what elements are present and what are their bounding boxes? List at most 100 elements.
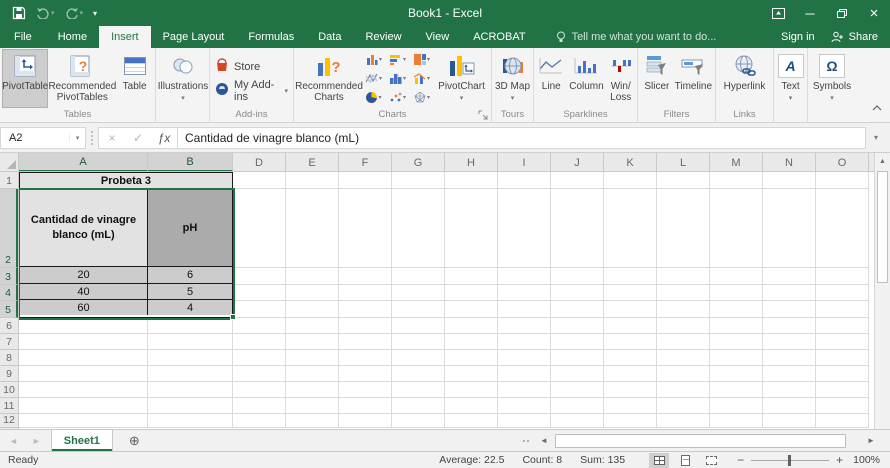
tab-acrobat[interactable]: ACROBAT: [461, 26, 537, 48]
grid-cell-I10[interactable]: [498, 382, 551, 398]
threed-map-button[interactable]: 3D Map ▾: [494, 49, 531, 108]
cell-A1-merged[interactable]: Probeta 3: [20, 173, 232, 189]
grid-cell-G9[interactable]: [392, 366, 445, 382]
vertical-scrollbar[interactable]: ▲: [874, 153, 890, 429]
grid-cell-M2[interactable]: [710, 189, 763, 268]
fill-handle[interactable]: [230, 314, 236, 320]
grid-cell-H11[interactable]: [445, 398, 498, 414]
grid-cell-J1[interactable]: [551, 172, 604, 189]
page-layout-view-button[interactable]: [675, 453, 695, 468]
sheet-nav-left-icon[interactable]: ◄: [9, 436, 18, 446]
grid-cell-H1[interactable]: [445, 172, 498, 189]
grid-cell-H9[interactable]: [445, 366, 498, 382]
grid-cell-M1[interactable]: [710, 172, 763, 189]
grid-cell-E8[interactable]: [286, 350, 339, 366]
grid-cell-G6[interactable]: [392, 318, 445, 334]
insert-radar-chart-button[interactable]: ▾: [410, 88, 434, 107]
grid-cell-A11[interactable]: [19, 398, 148, 414]
cell-A5[interactable]: 60: [20, 300, 148, 315]
text-button[interactable]: A Text ▾: [776, 49, 805, 108]
grid-cell-B11[interactable]: [148, 398, 233, 414]
grid-cell-O7[interactable]: [816, 334, 869, 350]
grid-cell-J12[interactable]: [551, 414, 604, 428]
grid-cell-O3[interactable]: [816, 268, 869, 285]
grid-cell-J10[interactable]: [551, 382, 604, 398]
row-header-10[interactable]: 10: [0, 382, 18, 398]
grid-cell-H5[interactable]: [445, 301, 498, 318]
grid-cell-I4[interactable]: [498, 285, 551, 301]
new-sheet-icon[interactable]: ⊕: [113, 430, 140, 451]
grid-cell-F1[interactable]: [339, 172, 392, 189]
grid-cell-O12[interactable]: [816, 414, 869, 428]
grid-cell-D9[interactable]: [233, 366, 286, 382]
recommended-charts-button[interactable]: ? Recommended Charts: [295, 49, 363, 108]
column-header-N[interactable]: N: [763, 153, 816, 171]
customize-qat-icon[interactable]: ▾: [89, 2, 101, 24]
timeline-button[interactable]: Timeline: [674, 49, 713, 108]
grid-cell-D5[interactable]: [233, 301, 286, 318]
grid-cell-I6[interactable]: [498, 318, 551, 334]
grid-cell-N12[interactable]: [763, 414, 816, 428]
grid-cell-L2[interactable]: [657, 189, 710, 268]
horizontal-scrollbar[interactable]: ◄ ►: [523, 433, 878, 448]
scrollbar-resize-grip[interactable]: [523, 439, 529, 442]
grid-cell-J3[interactable]: [551, 268, 604, 285]
row-header-4[interactable]: 4: [0, 285, 18, 301]
grid-cell-L8[interactable]: [657, 350, 710, 366]
my-addins-button[interactable]: My Add-ins ▾: [212, 79, 291, 103]
zoom-level[interactable]: 100%: [853, 454, 890, 466]
formula-bar-grip[interactable]: [86, 130, 98, 145]
grid-cell-I5[interactable]: [498, 301, 551, 318]
grid-cell-F7[interactable]: [339, 334, 392, 350]
grid-cell-O1[interactable]: [816, 172, 869, 189]
grid-cell-J6[interactable]: [551, 318, 604, 334]
grid-cell-H10[interactable]: [445, 382, 498, 398]
grid-cell-J9[interactable]: [551, 366, 604, 382]
cell-B4[interactable]: 5: [148, 284, 232, 299]
grid-cell-B6[interactable]: [148, 318, 233, 334]
table-button[interactable]: Table: [116, 49, 153, 108]
charts-dialog-launcher-icon[interactable]: [478, 110, 488, 120]
grid-cell-N10[interactable]: [763, 382, 816, 398]
grid-cell-H12[interactable]: [445, 414, 498, 428]
grid-cell-D6[interactable]: [233, 318, 286, 334]
grid-cell-K11[interactable]: [604, 398, 657, 414]
pivotchart-button[interactable]: PivotChart ▾: [434, 49, 489, 108]
grid-cell-B7[interactable]: [148, 334, 233, 350]
grid-cell-I3[interactable]: [498, 268, 551, 285]
tab-insert[interactable]: Insert: [99, 26, 151, 48]
grid-cell-E6[interactable]: [286, 318, 339, 334]
grid-cell-A10[interactable]: [19, 382, 148, 398]
chevron-down-icon[interactable]: ▾: [69, 133, 85, 142]
grid-cell-M4[interactable]: [710, 285, 763, 301]
grid-cell-H4[interactable]: [445, 285, 498, 301]
grid-cell-H2[interactable]: [445, 189, 498, 268]
grid-cell-F3[interactable]: [339, 268, 392, 285]
grid-cell-D3[interactable]: [233, 268, 286, 285]
grid-cell-I11[interactable]: [498, 398, 551, 414]
grid-cell-J2[interactable]: [551, 189, 604, 268]
grid-cell-O10[interactable]: [816, 382, 869, 398]
insert-stock-chart-button[interactable]: ▾: [362, 69, 386, 88]
grid-cell-B8[interactable]: [148, 350, 233, 366]
grid-cell-E12[interactable]: [286, 414, 339, 428]
grid-cell-D10[interactable]: [233, 382, 286, 398]
expand-formula-bar-icon[interactable]: ▾: [866, 133, 886, 142]
grid-cell-M8[interactable]: [710, 350, 763, 366]
grid-cell-L7[interactable]: [657, 334, 710, 350]
grid-cell-F9[interactable]: [339, 366, 392, 382]
insert-scatter-chart-button[interactable]: ▾: [386, 88, 410, 107]
grid-cell-L5[interactable]: [657, 301, 710, 318]
insert-function-icon[interactable]: ƒx: [151, 131, 177, 145]
grid-cell-N3[interactable]: [763, 268, 816, 285]
grid-cell-E4[interactable]: [286, 285, 339, 301]
grid-cell-N1[interactable]: [763, 172, 816, 189]
pivottable-button[interactable]: PivotTable: [2, 49, 49, 108]
column-header-L[interactable]: L: [657, 153, 710, 171]
insert-column-chart-button[interactable]: ▾: [362, 50, 386, 69]
store-button[interactable]: Store: [212, 57, 291, 77]
cell-A4[interactable]: 40: [20, 284, 148, 299]
grid-cell-G4[interactable]: [392, 285, 445, 301]
grid-cell-I1[interactable]: [498, 172, 551, 189]
grid-cell-N2[interactable]: [763, 189, 816, 268]
